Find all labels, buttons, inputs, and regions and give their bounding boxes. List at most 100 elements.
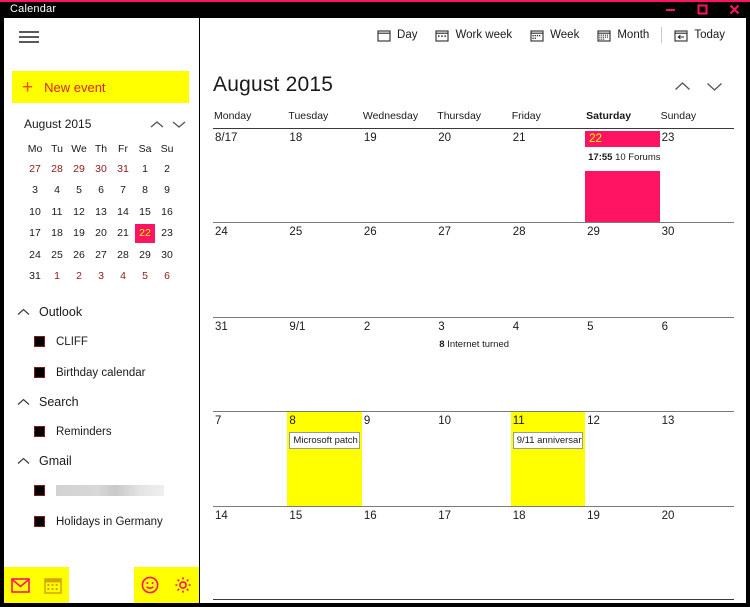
mini-calendar-day[interactable]: 30 <box>156 244 178 266</box>
view-button-day[interactable]: Day <box>368 22 426 48</box>
today-button[interactable]: Today <box>665 22 734 48</box>
mini-calendar-day[interactable]: 1 <box>134 158 156 180</box>
mini-calendar-day[interactable]: 5 <box>68 180 90 202</box>
mini-calendar-day[interactable]: 10 <box>24 201 46 223</box>
calendar-list-item[interactable]: Holidays in Germany <box>12 506 192 537</box>
mini-calendar-day[interactable]: 20 <box>90 223 112 245</box>
day-cell[interactable]: 2 <box>362 318 436 411</box>
mini-calendar-day[interactable]: 28 <box>46 158 68 180</box>
mini-calendar-day[interactable]: 3 <box>24 180 46 202</box>
mini-calendar-day[interactable]: 14 <box>112 201 134 223</box>
mini-calendar-day[interactable]: 4 <box>46 180 68 202</box>
day-cell[interactable]: 8/17 <box>213 129 287 222</box>
calendar-list-item[interactable]: Reminders <box>12 416 192 447</box>
mini-calendar-day[interactable]: 11 <box>46 201 68 223</box>
mini-calendar-day[interactable]: 23 <box>156 223 178 245</box>
mini-calendar-day[interactable]: 30 <box>90 158 112 180</box>
day-cell[interactable]: 16 <box>362 507 436 600</box>
calendar-list-item[interactable] <box>12 475 192 506</box>
mini-calendar-day[interactable]: 2 <box>156 158 178 180</box>
previous-month-button[interactable] <box>671 75 693 97</box>
mini-calendar-day[interactable]: 9 <box>156 180 178 202</box>
mini-calendar-day[interactable]: 28 <box>112 244 134 266</box>
mini-calendar-day[interactable]: 29 <box>68 158 90 180</box>
mini-calendar-day[interactable]: 31 <box>112 158 134 180</box>
mail-icon[interactable] <box>4 567 37 603</box>
mini-calendar-day[interactable]: 29 <box>134 244 156 266</box>
mini-calendar-day[interactable]: 17 <box>24 223 46 245</box>
mini-calendar-day[interactable]: 31 <box>24 266 46 288</box>
day-cell[interactable]: 15 <box>287 507 361 600</box>
mini-calendar-day[interactable]: 2 <box>68 266 90 288</box>
calendar-group-header[interactable]: Gmail <box>12 447 192 475</box>
day-cell[interactable]: 20 <box>436 129 510 222</box>
calendar-checkbox[interactable] <box>34 516 45 527</box>
mini-calendar-day[interactable]: 25 <box>46 244 68 266</box>
mini-calendar-day[interactable]: 27 <box>24 158 46 180</box>
mini-calendar-day[interactable]: 7 <box>112 180 134 202</box>
day-cell[interactable]: 30 <box>660 223 734 316</box>
day-cell[interactable]: 17 <box>436 507 510 600</box>
mini-calendar-day[interactable]: 27 <box>90 244 112 266</box>
day-cell[interactable]: 3 8 Internet turned <box>436 318 510 411</box>
day-cell[interactable]: 28 <box>511 223 585 316</box>
mini-calendar-day[interactable]: 26 <box>68 244 90 266</box>
day-cell[interactable]: 27 <box>436 223 510 316</box>
day-cell[interactable]: 29 <box>585 223 659 316</box>
calendar-event[interactable]: 9/11 anniversary <box>512 432 584 450</box>
mini-calendar-day[interactable]: 6 <box>156 266 178 288</box>
calendar-icon[interactable] <box>37 567 70 603</box>
mini-calendar-day[interactable]: 5 <box>134 266 156 288</box>
day-cell[interactable]: 9 <box>362 412 436 505</box>
mini-calendar-day[interactable]: 24 <box>24 244 46 266</box>
calendar-event[interactable]: 8 Internet turned <box>436 339 510 350</box>
day-cell[interactable]: 11 9/11 anniversary <box>510 412 586 506</box>
close-button[interactable] <box>718 0 750 18</box>
day-cell-today[interactable]: 22 17:55 10 Forums <box>585 129 660 223</box>
view-button-work-week[interactable]: Work week <box>426 22 521 48</box>
day-cell[interactable]: 12 <box>585 412 659 505</box>
mini-calendar-day[interactable]: 6 <box>90 180 112 202</box>
day-cell[interactable]: 14 <box>213 507 287 600</box>
hamburger-icon[interactable] <box>12 24 46 50</box>
calendar-group-header[interactable]: Outlook <box>12 298 192 326</box>
mini-calendar-day[interactable]: 15 <box>134 201 156 223</box>
day-cell[interactable]: 8 Microsoft patch t <box>287 412 362 506</box>
calendar-event[interactable]: Microsoft patch t <box>289 432 360 450</box>
day-cell[interactable]: 7 <box>213 412 287 505</box>
day-cell[interactable]: 23 <box>660 129 734 222</box>
feedback-smiley-icon[interactable] <box>134 567 167 603</box>
mini-calendar-day[interactable]: 8 <box>134 180 156 202</box>
view-button-week[interactable]: Week <box>521 22 588 48</box>
day-cell[interactable]: 25 <box>287 223 361 316</box>
new-event-button[interactable]: + New event <box>12 71 189 103</box>
calendar-list-item[interactable]: CLIFF <box>12 326 192 357</box>
settings-gear-icon[interactable] <box>167 567 200 603</box>
day-cell[interactable]: 19 <box>362 129 436 222</box>
day-cell[interactable]: 21 <box>511 129 585 222</box>
mini-calendar-day[interactable]: 21 <box>112 223 134 245</box>
day-cell[interactable]: 24 <box>213 223 287 316</box>
mini-calendar-day[interactable]: 18 <box>46 223 68 245</box>
calendar-checkbox[interactable] <box>34 336 45 347</box>
mini-calendar-today[interactable]: 22 <box>135 223 155 243</box>
next-month-button[interactable] <box>703 75 725 97</box>
mini-calendar-day[interactable]: 3 <box>90 266 112 288</box>
day-cell[interactable]: 9/1 <box>287 318 361 411</box>
mini-calendar-prev-button[interactable] <box>146 114 168 134</box>
day-cell[interactable]: 6 <box>660 318 734 411</box>
calendar-event[interactable]: 17:55 10 Forums <box>585 152 659 163</box>
day-cell[interactable]: 5 <box>585 318 659 411</box>
maximize-button[interactable] <box>686 0 718 18</box>
view-button-month[interactable]: Month <box>588 22 658 48</box>
mini-calendar-next-button[interactable] <box>168 114 190 134</box>
calendar-list-item[interactable]: Birthday calendar <box>12 357 192 388</box>
calendar-checkbox[interactable] <box>34 367 45 378</box>
day-cell[interactable]: 18 <box>287 129 361 222</box>
day-cell[interactable]: 13 <box>660 412 734 505</box>
mini-calendar-day[interactable]: 12 <box>68 201 90 223</box>
mini-calendar-day[interactable]: 19 <box>68 223 90 245</box>
day-cell[interactable]: 26 <box>362 223 436 316</box>
day-cell[interactable]: 20 <box>660 507 734 600</box>
mini-calendar-day[interactable]: 13 <box>90 201 112 223</box>
